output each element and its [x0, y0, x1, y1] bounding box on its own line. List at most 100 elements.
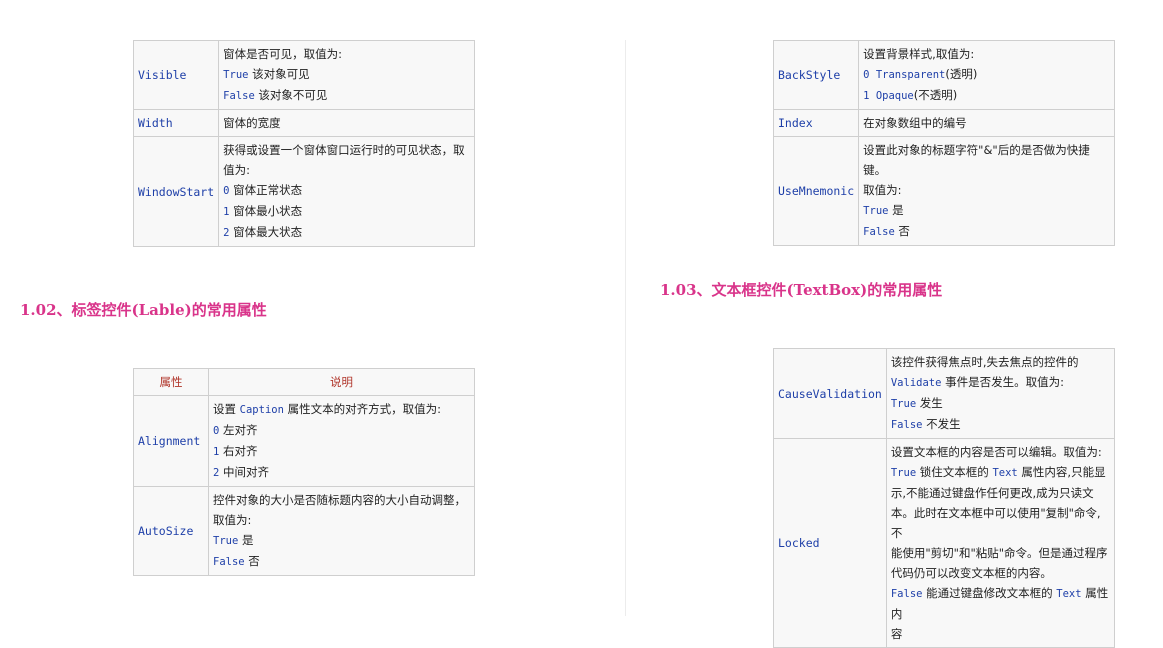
form-properties-table: Visible 窗体是否可见，取值为: True 该对象可见 False 该对象不可见…	[132, 40, 475, 247]
property-name: BackStyle	[772, 40, 860, 110]
textbox-properties-table: CauseValidation 该控件获得焦点时,失去焦点的控件的 Validate…	[773, 348, 1116, 648]
description-line: False 不发生	[891, 414, 1110, 435]
description-line: 该控件获得焦点时,失去焦点的控件的	[891, 352, 1110, 372]
property-description: 窗体是否可见，取值为: True 该对象可见 False 该对象不可见	[218, 40, 475, 110]
description-line: True 该对象可见	[223, 64, 470, 85]
code-value: False	[213, 556, 245, 568]
code-value: True	[213, 535, 239, 547]
description-text: 获得或设置一个窗体窗口运行时的可见状态，取	[223, 143, 465, 157]
description-text: 属性文本的对齐方式，取值为:	[283, 402, 441, 416]
description-line: 窗体是否可见，取值为:	[223, 44, 470, 64]
description-text: 不发生	[922, 417, 961, 431]
description-text: 取值为:	[213, 513, 252, 527]
description-line: 控件对象的大小是否随标题内容的大小自动调整，	[213, 490, 470, 510]
property-name: Locked	[773, 438, 887, 648]
description-text: (透明)	[945, 67, 978, 81]
property-name: Visible	[132, 40, 220, 110]
description-text: 设置此对象的标题字符"&"后的是否做为快捷键。	[863, 143, 1090, 177]
description-text: 左对齐	[219, 423, 258, 437]
code-value: True	[890, 398, 917, 410]
code-value: False	[890, 588, 923, 600]
description-line: 能使用"剪切"和"粘贴"命令。但是通过程序	[891, 543, 1110, 563]
code-value: False	[890, 419, 923, 431]
table-row: CauseValidation 该控件获得焦点时,失去焦点的控件的 Validate…	[773, 348, 1116, 439]
description-text: 事件是否发生。取值为:	[941, 375, 1064, 389]
property-name: AutoSize	[133, 486, 209, 576]
description-text: 本。此时在文本框中可以使用"复制"命令,不	[890, 506, 1101, 540]
code-value: Caption	[239, 404, 284, 416]
table-row: Width 窗体的宽度	[132, 109, 475, 137]
code-value: False	[223, 90, 255, 102]
code-value: 0 Transparent	[863, 69, 946, 81]
description-line: False 否	[863, 221, 1110, 242]
description-line: True 锁住文本框的 Text 属性内容,只能显	[891, 462, 1110, 483]
description-line: 2 中间对齐	[213, 462, 470, 483]
property-description: 设置 Caption 属性文本的对齐方式，取值为: 0 左对齐 1 右对齐 2 中间对…	[208, 395, 475, 487]
table-row: Alignment 设置 Caption 属性文本的对齐方式，取值为: 0 左对齐 1…	[133, 395, 475, 487]
code-value: Validate	[890, 377, 942, 389]
description-line: 在对象数组中的编号	[863, 113, 1110, 133]
description-text: 示,不能通过键盘作任何更改,成为只读文	[890, 486, 1094, 500]
table-row: WindowStart 获得或设置一个窗体窗口运行时的可见状态，取 值为: 0 窗体正…	[132, 136, 475, 247]
property-description: 设置背景样式,取值为: 0 Transparent(透明) 1 Opaque(不透明…	[858, 40, 1115, 110]
description-line: 示,不能通过键盘作任何更改,成为只读文	[891, 483, 1110, 503]
property-description: 控件对象的大小是否随标题内容的大小自动调整， 取值为: True 是 False 否	[208, 486, 475, 576]
property-description: 设置此对象的标题字符"&"后的是否做为快捷键。 取值为: True 是 False 否	[858, 136, 1115, 246]
description-text: 窗体是否可见，取值为:	[223, 47, 343, 61]
code-value: False	[863, 226, 895, 238]
description-text: 是	[888, 203, 904, 217]
description-line: True 是	[863, 200, 1110, 221]
description-text: 否	[894, 224, 910, 238]
column-divider	[625, 40, 626, 616]
description-line: 设置 Caption 属性文本的对齐方式，取值为:	[213, 399, 470, 420]
property-description: 该控件获得焦点时,失去焦点的控件的 Validate 事件是否发生。取值为: Tru…	[885, 348, 1116, 439]
property-name: UseMnemonic	[772, 136, 860, 246]
description-text: 中间对齐	[219, 465, 269, 479]
property-description: 在对象数组中的编号	[858, 109, 1115, 137]
description-line: 设置文本框的内容是否可以编辑。取值为:	[891, 442, 1110, 462]
description-line: 设置此对象的标题字符"&"后的是否做为快捷键。	[863, 140, 1110, 180]
code-value: True	[223, 69, 249, 81]
description-line: True 发生	[891, 393, 1110, 414]
description-text: 设置文本框的内容是否可以编辑。取值为:	[890, 445, 1102, 459]
description-line: 0 窗体正常状态	[223, 180, 470, 201]
property-name: WindowStart	[132, 136, 220, 247]
table-row: AutoSize 控件对象的大小是否随标题内容的大小自动调整， 取值为: True 是…	[133, 486, 475, 576]
label-section-heading: 1.02、标签控件(Lable)的常用属性	[20, 301, 267, 319]
property-description: 窗体的宽度	[218, 109, 475, 137]
property-name: Width	[132, 109, 220, 137]
description-text: 窗体正常状态	[229, 183, 303, 197]
description-line: 取值为:	[863, 180, 1110, 200]
description-text: 窗体的宽度	[223, 116, 281, 130]
description-text: 锁住文本框的	[916, 465, 993, 479]
description-line: True 是	[213, 530, 470, 551]
property-name: CauseValidation	[773, 348, 887, 439]
property-description: 获得或设置一个窗体窗口运行时的可见状态，取 值为: 0 窗体正常状态 1 窗体最小状态…	[218, 136, 475, 247]
description-text: 窗体最小状态	[229, 204, 303, 218]
common-properties-table: BackStyle 设置背景样式,取值为: 0 Transparent(透明) 1 O…	[772, 40, 1115, 246]
description-line: 值为:	[223, 160, 470, 180]
description-line: 本。此时在文本框中可以使用"复制"命令,不	[891, 503, 1110, 543]
textbox-section-heading: 1.03、文本框控件(TextBox)的常用属性	[660, 281, 943, 299]
description-text: 值为:	[223, 163, 251, 177]
description-text: 设置背景样式,取值为:	[863, 47, 975, 61]
description-text: 能通过键盘修改文本框的	[922, 586, 1057, 600]
description-line: 2 窗体最大状态	[223, 222, 470, 243]
property-name: Index	[772, 109, 860, 137]
description-line: 取值为:	[213, 510, 470, 530]
description-line: 1 Opaque(不透明)	[863, 85, 1110, 106]
description-line: 窗体的宽度	[223, 113, 470, 133]
header-description: 说明	[208, 368, 475, 396]
description-text: (不透明)	[913, 88, 958, 102]
table-header-row: 属性 说明	[133, 368, 475, 396]
table-row: Visible 窗体是否可见，取值为: True 该对象可见 False 该对象不可见	[132, 40, 475, 110]
description-text: 能使用"剪切"和"粘贴"命令。但是通过程序	[890, 546, 1108, 560]
description-line: 1 右对齐	[213, 441, 470, 462]
table-row: Locked 设置文本框的内容是否可以编辑。取值为: True 锁住文本框的 Tex…	[773, 438, 1116, 648]
property-description: 设置文本框的内容是否可以编辑。取值为: True 锁住文本框的 Text 属性内容…	[885, 438, 1116, 648]
description-line: 代码仍可以改变文本框的内容。	[891, 563, 1110, 583]
description-text: 发生	[916, 396, 943, 410]
description-line: 1 窗体最小状态	[223, 201, 470, 222]
description-text: 该对象可见	[248, 67, 310, 81]
description-line: False 否	[213, 551, 470, 572]
